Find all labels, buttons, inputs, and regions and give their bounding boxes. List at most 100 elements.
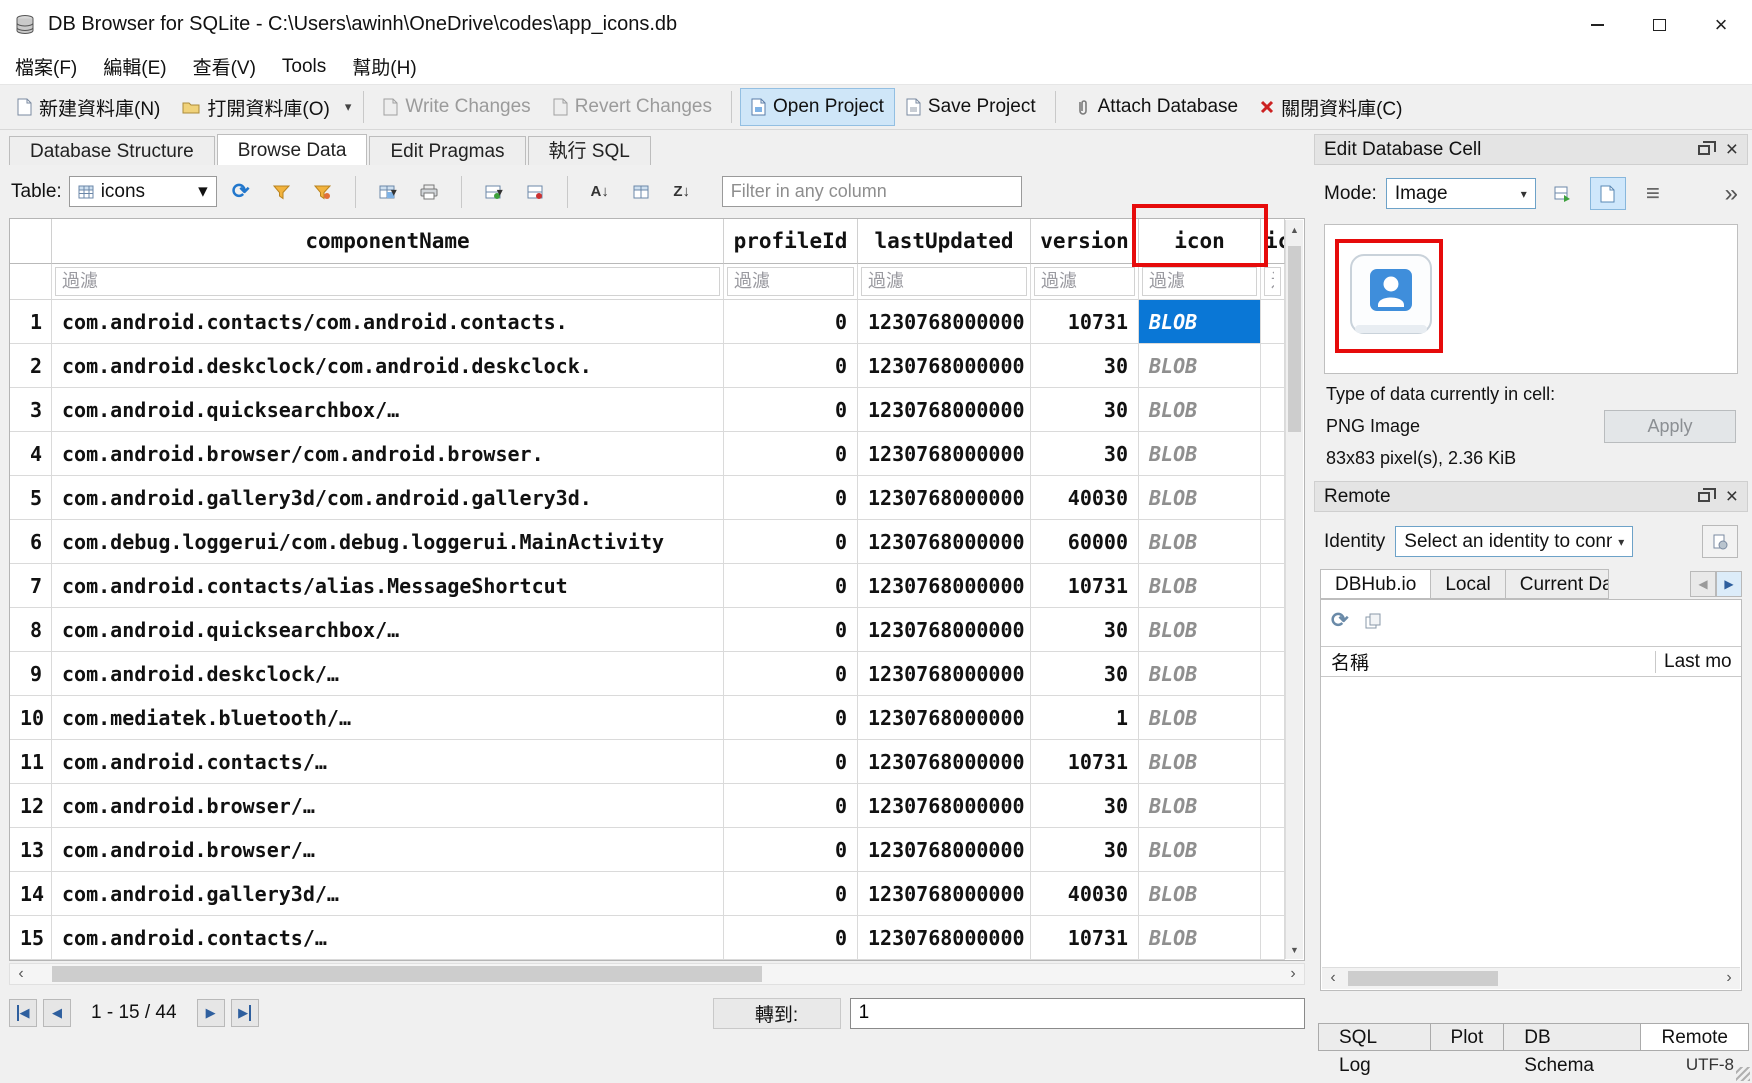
- cell-lastupdated[interactable]: 1230768000000: [858, 696, 1031, 740]
- mode-select[interactable]: Image ▾: [1386, 178, 1536, 209]
- cell-icon[interactable]: BLOB: [1139, 784, 1261, 828]
- scroll-right-icon[interactable]: ›: [1282, 964, 1304, 984]
- save-project-button[interactable]: Save Project: [895, 88, 1047, 126]
- tab-edit-pragmas[interactable]: Edit Pragmas: [369, 136, 525, 165]
- remote-column-name[interactable]: 名稱: [1321, 648, 1655, 675]
- save-filter-button[interactable]: [306, 175, 340, 209]
- cell-lastupdated[interactable]: 1230768000000: [858, 916, 1031, 960]
- cell-version[interactable]: 30: [1031, 784, 1139, 828]
- cell-componentname[interactable]: com.android.gallery3d/com.android.galler…: [52, 476, 724, 520]
- filter-profileid-input[interactable]: [727, 267, 854, 296]
- sort-descending-button[interactable]: Z↓: [665, 175, 699, 209]
- remote-column-lastmodified[interactable]: Last mo: [1655, 651, 1741, 673]
- cell-version[interactable]: 40030: [1031, 476, 1139, 520]
- cell-componentname[interactable]: com.android.gallery3d/…: [52, 872, 724, 916]
- apply-button[interactable]: Apply: [1604, 410, 1736, 443]
- cell-profileid[interactable]: 0: [724, 784, 858, 828]
- delete-record-button[interactable]: [518, 175, 552, 209]
- cell-componentname[interactable]: com.android.quicksearchbox/…: [52, 388, 724, 432]
- identity-select[interactable]: Select an identity to conne ▾: [1395, 526, 1633, 557]
- column-header-profileid[interactable]: profileId: [724, 219, 858, 264]
- cell-lastupdated[interactable]: 1230768000000: [858, 784, 1031, 828]
- resize-grip[interactable]: [1736, 1067, 1750, 1081]
- filter-version-input[interactable]: [1034, 267, 1135, 296]
- cell-version[interactable]: 30: [1031, 828, 1139, 872]
- cell-lastupdated[interactable]: 1230768000000: [858, 344, 1031, 388]
- identity-settings-button[interactable]: [1702, 525, 1738, 558]
- clear-filters-button[interactable]: [265, 175, 299, 209]
- cell-lastupdated[interactable]: 1230768000000: [858, 432, 1031, 476]
- cell-icon[interactable]: BLOB: [1139, 476, 1261, 520]
- cell-version[interactable]: 10731: [1031, 916, 1139, 960]
- cell-componentname[interactable]: com.android.deskclock/com.android.deskcl…: [52, 344, 724, 388]
- cell-icon[interactable]: BLOB: [1139, 740, 1261, 784]
- column-header-version[interactable]: version: [1031, 219, 1139, 264]
- cell-profileid[interactable]: 0: [724, 564, 858, 608]
- cell-icon[interactable]: BLOB: [1139, 652, 1261, 696]
- text-view-button[interactable]: ≡: [1635, 177, 1671, 210]
- cell-profileid[interactable]: 0: [724, 740, 858, 784]
- tab-execute-sql[interactable]: 執行 SQL: [528, 136, 651, 165]
- cell-profileid[interactable]: 0: [724, 608, 858, 652]
- cell-lastupdated[interactable]: 1230768000000: [858, 300, 1031, 344]
- save-results-view-button[interactable]: ▾: [371, 175, 405, 209]
- cell-componentname[interactable]: com.mediatek.bluetooth/…: [52, 696, 724, 740]
- write-changes-button[interactable]: Write Changes: [372, 88, 541, 126]
- cell-componentname[interactable]: com.android.contacts/…: [52, 740, 724, 784]
- cell-profileid[interactable]: 0: [724, 652, 858, 696]
- scroll-left-icon[interactable]: ‹: [10, 964, 32, 984]
- refresh-table-button[interactable]: ⟳: [224, 175, 258, 209]
- filter-componentname-input[interactable]: [55, 267, 720, 296]
- cell-lastupdated[interactable]: 1230768000000: [858, 652, 1031, 696]
- table-select[interactable]: icons ▾: [69, 176, 217, 207]
- cell-version[interactable]: 30: [1031, 344, 1139, 388]
- cell-icon[interactable]: BLOB: [1139, 872, 1261, 916]
- previous-record-button[interactable]: ◀: [43, 999, 71, 1027]
- cell-componentname[interactable]: com.android.deskclock/…: [52, 652, 724, 696]
- cell-lastupdated[interactable]: 1230768000000: [858, 520, 1031, 564]
- column-header-componentname[interactable]: componentName: [52, 219, 724, 264]
- toolbar-overflow-icon[interactable]: »: [1725, 180, 1738, 208]
- cell-version[interactable]: 10731: [1031, 300, 1139, 344]
- scroll-down-icon[interactable]: ▼: [1286, 940, 1303, 959]
- cell-componentname[interactable]: com.android.contacts/alias.MessageShortc…: [52, 564, 724, 608]
- cell-version[interactable]: 10731: [1031, 564, 1139, 608]
- cell-version[interactable]: 10731: [1031, 740, 1139, 784]
- cell-profileid[interactable]: 0: [724, 916, 858, 960]
- cell-icon[interactable]: BLOB: [1139, 344, 1261, 388]
- cell-icon[interactable]: BLOB: [1139, 828, 1261, 872]
- clone-database-icon[interactable]: [1365, 608, 1382, 633]
- image-view-button[interactable]: [1590, 177, 1626, 210]
- open-project-button[interactable]: Open Project: [740, 88, 895, 126]
- cell-lastupdated[interactable]: 1230768000000: [858, 564, 1031, 608]
- remote-horizontal-scrollbar[interactable]: ‹ ›: [1322, 967, 1740, 989]
- open-database-button[interactable]: 打開資料庫(O): [171, 86, 340, 129]
- remote-scroll-thumb[interactable]: [1348, 971, 1498, 986]
- column-header-lastupdated[interactable]: lastUpdated: [858, 219, 1031, 264]
- cell-profileid[interactable]: 0: [724, 520, 858, 564]
- cell-version[interactable]: 30: [1031, 608, 1139, 652]
- open-database-dropdown-icon[interactable]: ▾: [341, 99, 356, 115]
- cell-componentname[interactable]: com.android.contacts/com.android.contact…: [52, 300, 724, 344]
- last-record-button[interactable]: ▶: [231, 999, 259, 1027]
- cell-version[interactable]: 30: [1031, 388, 1139, 432]
- cell-version[interactable]: 40030: [1031, 872, 1139, 916]
- menu-view[interactable]: 查看(V): [180, 53, 269, 80]
- tab-remote[interactable]: Remote: [1640, 1023, 1749, 1051]
- cell-icon[interactable]: BLOB: [1139, 608, 1261, 652]
- print-button[interactable]: [412, 175, 446, 209]
- cell-componentname[interactable]: com.android.browser/…: [52, 784, 724, 828]
- goto-record-input[interactable]: [850, 998, 1305, 1029]
- cell-profileid[interactable]: 0: [724, 432, 858, 476]
- cell-lastupdated[interactable]: 1230768000000: [858, 476, 1031, 520]
- cell-profileid[interactable]: 0: [724, 872, 858, 916]
- scroll-right-icon[interactable]: ›: [1718, 968, 1740, 988]
- cell-componentname[interactable]: com.android.contacts/…: [52, 916, 724, 960]
- filter-lastupdated-input[interactable]: [861, 267, 1027, 296]
- close-panel-icon[interactable]: ×: [1726, 139, 1738, 160]
- tab-scroll-left-icon[interactable]: ◀: [1690, 571, 1716, 597]
- tab-database-structure[interactable]: Database Structure: [9, 136, 215, 165]
- cell-icon[interactable]: BLOB: [1139, 696, 1261, 740]
- table-format-button[interactable]: [624, 175, 658, 209]
- vertical-scroll-thumb[interactable]: [1288, 246, 1301, 432]
